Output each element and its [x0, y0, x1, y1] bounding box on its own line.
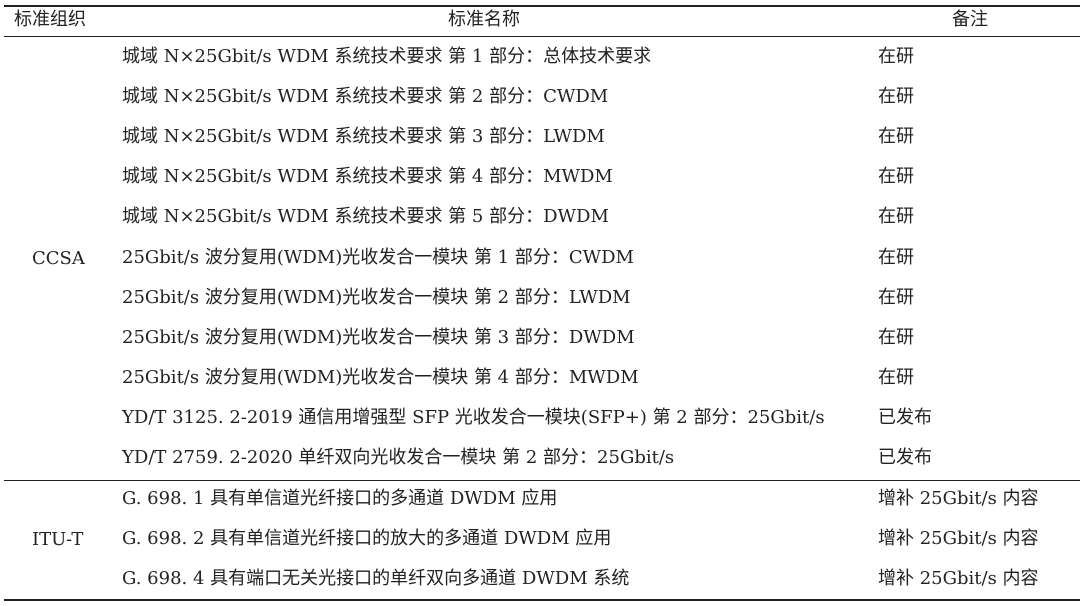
standard-name-cell: YD/T 3125. 2-2019 通信用增强型 SFP 光收发合一模块(SFP…: [122, 407, 825, 428]
table-header-rule: [4, 36, 1080, 37]
table-top-rule: [4, 5, 1080, 7]
group-divider-rule: [4, 480, 1080, 481]
note-cell: 在研: [878, 367, 914, 388]
standard-name-cell: G. 698. 1 具有单信道光纤接口的多通道 DWDM 应用: [122, 488, 558, 509]
note-cell: 在研: [878, 287, 914, 308]
standard-name-cell: 城域 N×25Gbit/s WDM 系统技术要求 第 1 部分：总体技术要求: [122, 46, 652, 67]
header-name: 标准名称: [448, 9, 520, 30]
note-cell: 增补 25Gbit/s 内容: [878, 488, 1039, 509]
standard-name-cell: G. 698. 2 具有单信道光纤接口的放大的多通道 DWDM 应用: [122, 528, 612, 549]
standard-name-cell: 25Gbit/s 波分复用(WDM)光收发合一模块 第 1 部分：CWDM: [122, 247, 634, 268]
standard-name-cell: G. 698. 4 具有端口无关光接口的单纤双向多通道 DWDM 系统: [122, 568, 630, 589]
note-cell: 已发布: [878, 407, 932, 428]
note-cell: 在研: [878, 247, 914, 268]
note-cell: 在研: [878, 327, 914, 348]
note-cell: 已发布: [878, 447, 932, 468]
standard-name-cell: 城域 N×25Gbit/s WDM 系统技术要求 第 4 部分：MWDM: [122, 166, 613, 187]
note-cell: 在研: [878, 46, 914, 67]
standard-name-cell: 25Gbit/s 波分复用(WDM)光收发合一模块 第 4 部分：MWDM: [122, 367, 639, 388]
standard-name-cell: 城域 N×25Gbit/s WDM 系统技术要求 第 3 部分：LWDM: [122, 126, 605, 147]
org-cell-ccsa: CCSA: [32, 248, 85, 269]
org-cell-itu-t: ITU-T: [32, 529, 84, 550]
note-cell: 在研: [878, 206, 914, 227]
note-cell: 在研: [878, 126, 914, 147]
header-org: 标准组织: [14, 9, 86, 30]
note-cell: 增补 25Gbit/s 内容: [878, 528, 1039, 549]
standard-name-cell: 25Gbit/s 波分复用(WDM)光收发合一模块 第 3 部分：DWDM: [122, 327, 635, 348]
standard-name-cell: 城域 N×25Gbit/s WDM 系统技术要求 第 5 部分：DWDM: [122, 206, 609, 227]
note-cell: 在研: [878, 86, 914, 107]
note-cell: 增补 25Gbit/s 内容: [878, 568, 1039, 589]
standard-name-cell: YD/T 2759. 2-2020 单纤双向光收发合一模块 第 2 部分：25G…: [122, 447, 675, 468]
note-cell: 在研: [878, 166, 914, 187]
standard-name-cell: 城域 N×25Gbit/s WDM 系统技术要求 第 2 部分：CWDM: [122, 86, 609, 107]
standard-name-cell: 25Gbit/s 波分复用(WDM)光收发合一模块 第 2 部分：LWDM: [122, 287, 631, 308]
table-bottom-rule: [4, 599, 1080, 601]
standards-table: 标准组织 标准名称 备注 CCSA ITU-T 城域 N×25Gbit/s WD…: [0, 0, 1080, 606]
header-note: 备注: [952, 9, 988, 30]
